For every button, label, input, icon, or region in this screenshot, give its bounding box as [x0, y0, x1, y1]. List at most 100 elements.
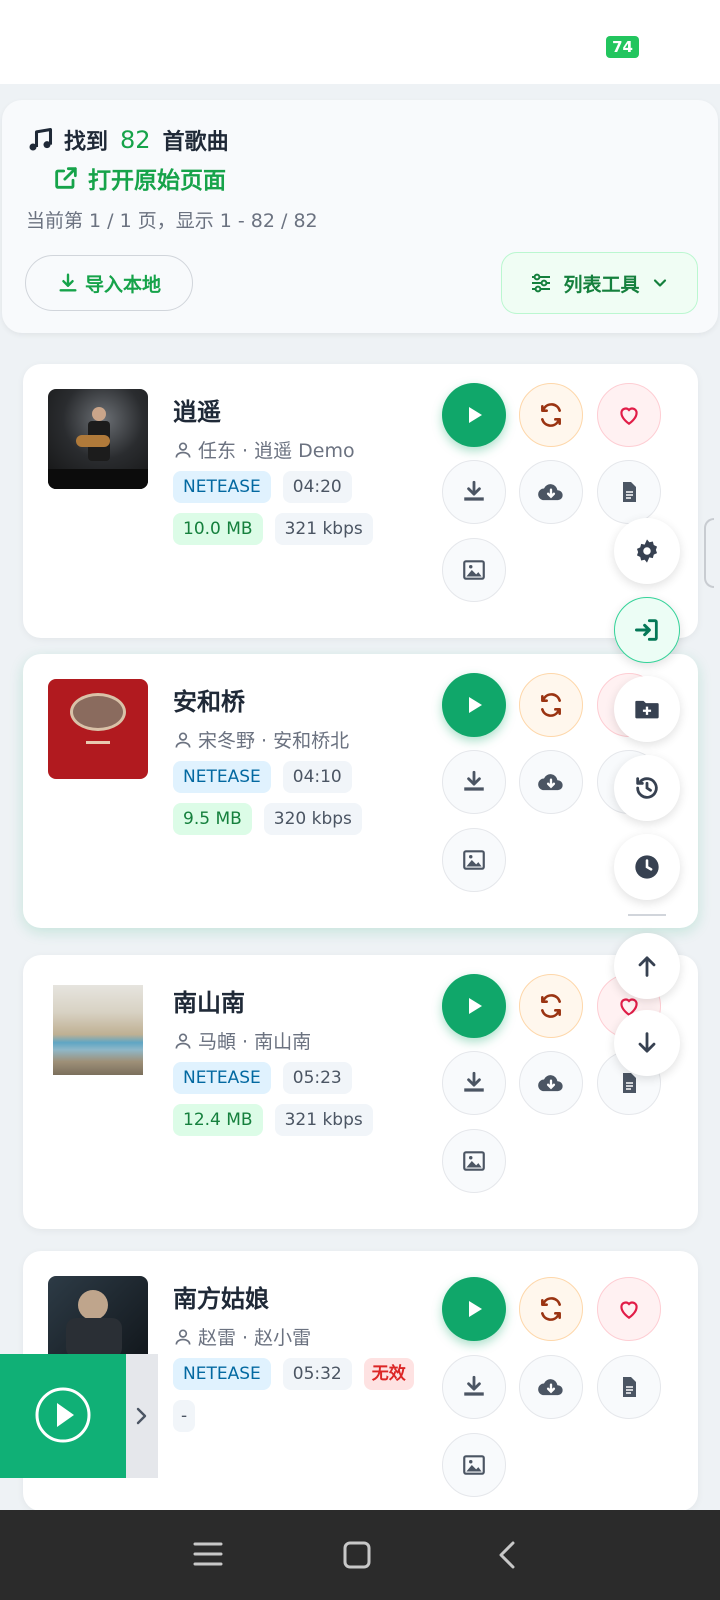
list-tools-button[interactable]: 列表工具: [501, 252, 698, 314]
open-original-label: 打开原始页面: [88, 168, 226, 194]
image-icon: [463, 1151, 485, 1171]
play-circle-icon: [35, 1387, 91, 1443]
cover-image-button[interactable]: [442, 828, 506, 892]
filesize-badge: 10.0 MB: [173, 513, 263, 545]
arrow-down-icon: [638, 1032, 656, 1053]
download-icon: [464, 1375, 484, 1396]
cloud-download-button[interactable]: [519, 460, 583, 524]
fab-divider: [628, 914, 666, 916]
meta-row: NETEASE 04:20: [173, 471, 364, 503]
song-card[interactable]: 安和桥 宋冬野 · 安和桥北 NETEASE 04:10 9.5 MB 320 …: [23, 654, 698, 928]
document-icon: [623, 1377, 636, 1397]
document-icon: [623, 482, 636, 502]
status-bar: 74: [0, 0, 720, 84]
home-icon[interactable]: [342, 1540, 372, 1570]
download-button[interactable]: [442, 1051, 506, 1115]
artist-album-text: 马頔 · 南山南: [198, 1031, 312, 1053]
song-card[interactable]: 逍遥 任东 · 逍遥 Demo NETEASE 04:20 10.0 MB 32…: [23, 364, 698, 638]
artist-album-text: 赵雷 · 赵小雷: [198, 1327, 312, 1349]
sliders-icon: [532, 273, 551, 293]
play-icon: [469, 998, 482, 1014]
play-icon: [469, 1301, 482, 1317]
cloud-download-button[interactable]: [519, 1355, 583, 1419]
refresh-icon: [541, 994, 561, 1018]
filesize-badge: 9.5 MB: [173, 803, 252, 835]
cover-image-button[interactable]: [442, 1433, 506, 1497]
clock-icon: [635, 855, 659, 879]
play-button[interactable]: [442, 673, 506, 737]
open-original-page-link[interactable]: 打开原始页面: [52, 160, 226, 196]
duration-badge: 05:32: [282, 1358, 352, 1390]
cover-image-button[interactable]: [442, 1129, 506, 1193]
history-icon: [636, 777, 658, 799]
play-button[interactable]: [442, 383, 506, 447]
person-icon: [175, 1329, 191, 1345]
add-folder-fab[interactable]: [614, 676, 680, 742]
scroll-bottom-fab[interactable]: [614, 1010, 680, 1076]
page-info: 当前第 1 / 1 页，显示 1 - 82 / 82: [26, 210, 318, 232]
results-heading: 找到 82 首歌曲: [26, 122, 229, 158]
duration-badge: 04:10: [282, 761, 352, 793]
favorite-button[interactable]: [597, 383, 661, 447]
cloud-download-button[interactable]: [519, 1051, 583, 1115]
song-title: 南方姑娘: [173, 1285, 269, 1313]
lyrics-button[interactable]: [597, 460, 661, 524]
cloud-download-icon: [538, 774, 563, 791]
download-button[interactable]: [442, 750, 506, 814]
login-fab[interactable]: [614, 597, 680, 663]
source-badge: NETEASE: [173, 1062, 271, 1094]
heart-icon: [620, 407, 638, 425]
song-artist: 任东 · 逍遥 Demo: [173, 436, 355, 463]
music-note-icon: [29, 127, 53, 151]
mini-player[interactable]: [0, 1354, 126, 1478]
meta-row: NETEASE 05:32 无效: [173, 1358, 426, 1390]
list-tools-label: 列表工具: [563, 273, 640, 296]
song-card[interactable]: 南山南 马頔 · 南山南 NETEASE 05:23 12.4 MB 321 k…: [23, 955, 698, 1229]
menu-icon[interactable]: [193, 1540, 223, 1568]
download-button[interactable]: [442, 460, 506, 524]
external-link-icon: [55, 167, 77, 189]
result-count: 82: [120, 126, 151, 154]
album-cover[interactable]: [48, 679, 148, 779]
arrow-up-icon: [638, 956, 656, 977]
duration-badge: 04:20: [282, 471, 352, 503]
image-icon: [463, 850, 485, 870]
found-suffix: 首歌曲: [162, 130, 229, 155]
song-title: 安和桥: [173, 688, 245, 716]
cloud-download-button[interactable]: [519, 750, 583, 814]
results-summary-panel: 找到 82 首歌曲 打开原始页面 当前第 1 / 1 页，显示 1 - 82 /…: [2, 100, 718, 333]
invalid-badge: 无效: [363, 1358, 414, 1390]
switch-source-button[interactable]: [519, 383, 583, 447]
mini-player-expand-button[interactable]: [126, 1354, 158, 1478]
download-icon: [464, 480, 484, 501]
back-icon[interactable]: [495, 1540, 519, 1570]
refresh-icon: [541, 1297, 561, 1321]
import-local-label: 导入本地: [84, 273, 161, 296]
source-badge: NETEASE: [173, 1358, 271, 1390]
album-cover[interactable]: [48, 389, 148, 489]
lyrics-button[interactable]: [597, 1355, 661, 1419]
source-badge: NETEASE: [173, 471, 271, 503]
recent-fab[interactable]: [614, 834, 680, 900]
edge-swipe-handle[interactable]: [704, 518, 714, 588]
favorite-button[interactable]: [597, 1277, 661, 1341]
play-icon: [469, 407, 482, 423]
settings-fab[interactable]: [614, 518, 680, 584]
import-local-button[interactable]: 导入本地: [25, 255, 193, 311]
image-icon: [463, 1455, 485, 1475]
song-title: 逍遥: [173, 398, 221, 426]
scroll-top-fab[interactable]: [614, 933, 680, 999]
switch-source-button[interactable]: [519, 974, 583, 1038]
play-button[interactable]: [442, 1277, 506, 1341]
download-button[interactable]: [442, 1355, 506, 1419]
history-fab[interactable]: [614, 755, 680, 821]
switch-source-button[interactable]: [519, 1277, 583, 1341]
download-icon: [464, 770, 484, 791]
bitrate-badge: 321 kbps: [274, 1104, 373, 1136]
image-icon: [463, 560, 485, 580]
album-cover[interactable]: [53, 985, 143, 1075]
play-button[interactable]: [442, 974, 506, 1038]
switch-source-button[interactable]: [519, 673, 583, 737]
cover-image-button[interactable]: [442, 538, 506, 602]
bitrate-badge: 320 kbps: [263, 803, 362, 835]
